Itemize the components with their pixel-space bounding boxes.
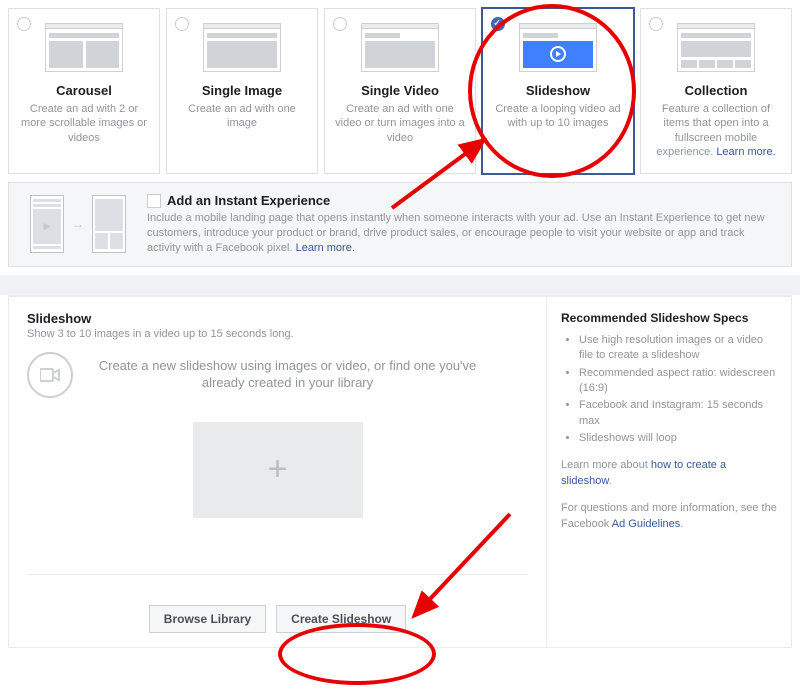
- format-desc: Create an ad with one image: [175, 102, 309, 131]
- collection-learn-more-link[interactable]: Learn more.: [716, 146, 775, 158]
- instant-experience-desc: Include a mobile landing page that opens…: [147, 211, 777, 256]
- ad-guidelines-link[interactable]: Ad Guidelines: [612, 518, 681, 530]
- format-card-collection[interactable]: Collection Feature a collection of items…: [640, 8, 792, 174]
- video-camera-icon: [27, 352, 73, 398]
- format-title: Single Image: [175, 83, 309, 98]
- specs-learn-more: Learn more about how to create a slidesh…: [561, 458, 777, 489]
- slideshow-create-text: Create a new slideshow using images or v…: [87, 358, 528, 392]
- instant-illustration: ▶ →: [23, 193, 133, 256]
- instant-experience-title: Add an Instant Experience: [167, 193, 330, 208]
- radio-icon: [649, 17, 663, 31]
- format-desc: Create a looping video ad with up to 10 …: [491, 102, 625, 131]
- slideshow-panel-subtitle: Show 3 to 10 images in a video up to 15 …: [27, 328, 528, 340]
- specs-item: Recommended aspect ratio: widescreen (16…: [579, 366, 777, 397]
- format-card-carousel[interactable]: Carousel Create an ad with 2 or more scr…: [8, 8, 160, 174]
- format-title: Carousel: [17, 83, 151, 98]
- format-title: Single Video: [333, 83, 467, 98]
- radio-checked-icon: [491, 17, 505, 31]
- specs-title: Recommended Slideshow Specs: [561, 311, 777, 325]
- format-title: Collection: [649, 83, 783, 98]
- instant-learn-more-link[interactable]: Learn more.: [296, 242, 355, 254]
- radio-icon: [17, 17, 31, 31]
- plus-icon: +: [268, 450, 288, 489]
- arrow-icon: →: [72, 217, 84, 231]
- radio-icon: [333, 17, 347, 31]
- format-desc: Create an ad with 2 or more scrollable i…: [17, 102, 151, 145]
- browse-library-button[interactable]: Browse Library: [149, 605, 266, 633]
- thumb-carousel: [17, 19, 151, 75]
- format-card-single-video[interactable]: Single Video Create an ad with one video…: [324, 8, 476, 174]
- slideshow-creator-panel: Slideshow Show 3 to 10 images in a video…: [8, 296, 546, 648]
- format-desc: Feature a collection of items that open …: [649, 102, 783, 159]
- slideshow-panel-title: Slideshow: [27, 311, 528, 326]
- specs-item: Facebook and Instagram: 15 seconds max: [579, 398, 777, 429]
- thumb-slideshow: [491, 19, 625, 75]
- format-card-slideshow[interactable]: Slideshow Create a looping video ad with…: [482, 8, 634, 174]
- slideshow-dropzone[interactable]: +: [193, 422, 363, 518]
- specs-item: Use high resolution images or a video fi…: [579, 333, 777, 364]
- specs-item: Slideshows will loop: [579, 431, 777, 446]
- thumb-collection: [649, 19, 783, 75]
- specs-guidelines: For questions and more information, see …: [561, 501, 777, 532]
- format-card-single-image[interactable]: Single Image Create an ad with one image: [166, 8, 318, 174]
- specs-list: Use high resolution images or a video fi…: [561, 333, 777, 447]
- format-selector: Carousel Create an ad with 2 or more scr…: [0, 0, 800, 174]
- thumb-single-video: [333, 19, 467, 75]
- instant-experience-checkbox[interactable]: [147, 194, 161, 208]
- recommended-specs-panel: Recommended Slideshow Specs Use high res…: [546, 296, 792, 648]
- format-desc: Create an ad with one video or turn imag…: [333, 102, 467, 145]
- format-title: Slideshow: [491, 83, 625, 98]
- radio-icon: [175, 17, 189, 31]
- thumb-single-image: [175, 19, 309, 75]
- create-slideshow-button[interactable]: Create Slideshow: [276, 605, 406, 633]
- instant-experience-section: ▶ → Add an Instant Experience Include a …: [8, 182, 792, 267]
